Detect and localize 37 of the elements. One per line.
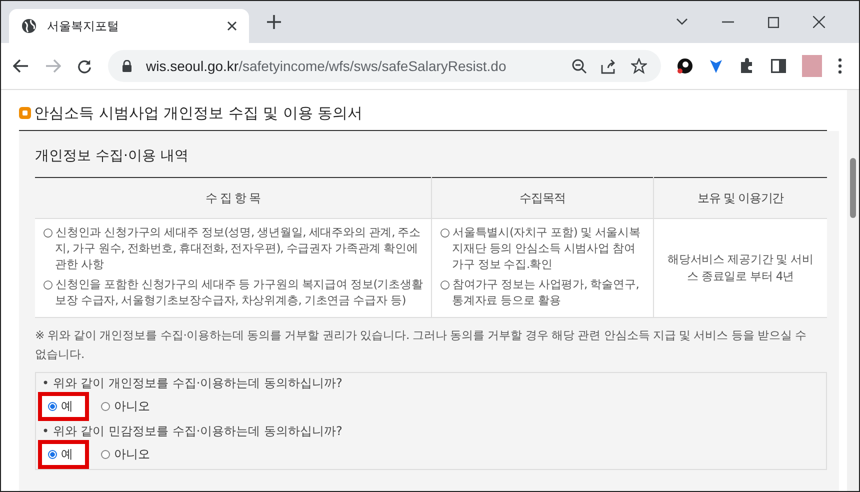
question-text: • 위와 같이 개인정보를 수집·이용하는데 동의하십니까? [41, 375, 344, 392]
star-icon[interactable] [631, 58, 647, 74]
table-cell: 해당서비스 제공기간 및 서비스 종료일로 부터 4년 [654, 218, 827, 318]
browser-tab[interactable]: 서울복지포털 [9, 9, 249, 43]
minimize-icon[interactable] [722, 21, 734, 23]
tab-title: 서울복지포털 [47, 18, 120, 34]
list-item: ○ 참여가구 정보는 사업평가, 학술연구, 통계자료 등으로 활용 [440, 276, 640, 308]
share-icon[interactable] [601, 58, 617, 74]
puzzle-icon[interactable] [739, 58, 755, 74]
page-title: 안심소득 시범사업 개인정보 수집 및 이용 동의서 [34, 104, 363, 122]
chevron-down-icon[interactable] [676, 18, 688, 26]
list-item: ○ 신청인을 포함한 신청가구의 세대주 등 가구원의 복지급여 정보(기초생활보장 수급자, 서울형기초보장수급자, 차상위계층, 기초연금 수급자 등) [43, 276, 423, 308]
radio-option[interactable]: 예 [38, 440, 89, 469]
section-title: 개인정보 수집·이용 내역 [35, 147, 190, 166]
scrollbar[interactable] [847, 90, 859, 491]
notice-text: ※ 위와 같이 개인정보를 수집·이용하는데 동의를 거부할 권리가 있습니다. 그러나 동의를 거부할 경우 해당 관련 안심소득 지급 및 서비스 등을 받으실 수 없습니다. [35, 327, 808, 363]
zoom-out-icon[interactable] [572, 58, 587, 74]
address-bar[interactable]: wis.seoul.go.kr/safetyincome/wfs/sws/safeSalaryResist.do [108, 50, 661, 82]
close-icon[interactable] [813, 16, 825, 28]
close-icon[interactable] [227, 21, 237, 31]
lock-icon [122, 60, 132, 72]
list-item: ○ 서울특별시(자치구 포함) 및 서울시복지재단 등의 안심소득 시범사업 참여가구 정보 수집.확인 [440, 224, 642, 272]
list-item: ○ 신청인과 신청가구의 세대주 정보(성명, 생년월일, 세대주와의 관계, 주소지, 가구 원수, 전화번호, 휴대전화, 전자우편), 수급권자 가족관계 확인에 관한 사항 [43, 224, 422, 272]
reload-icon[interactable] [77, 58, 92, 74]
more-menu-icon[interactable] [838, 58, 842, 74]
back-arrow-icon[interactable] [13, 59, 29, 73]
radio-option[interactable]: 아니오 [91, 392, 166, 421]
url-text: wis.seoul.go.kr/safetyincome/wfs/sws/safeSalaryResist.do [146, 58, 506, 74]
radio-option[interactable]: 예 [38, 392, 89, 421]
question-text: • 위와 같이 민감정보를 수집·이용하는데 동의하십니까? [41, 423, 344, 440]
radio-option[interactable]: 아니오 [91, 440, 166, 469]
extension-icon[interactable] [677, 58, 693, 74]
new-tab-icon[interactable] [267, 15, 281, 29]
maximize-icon[interactable] [768, 16, 779, 28]
side-panel-icon[interactable] [771, 59, 786, 73]
bullet-icon [19, 107, 31, 119]
globe-icon [21, 18, 37, 34]
